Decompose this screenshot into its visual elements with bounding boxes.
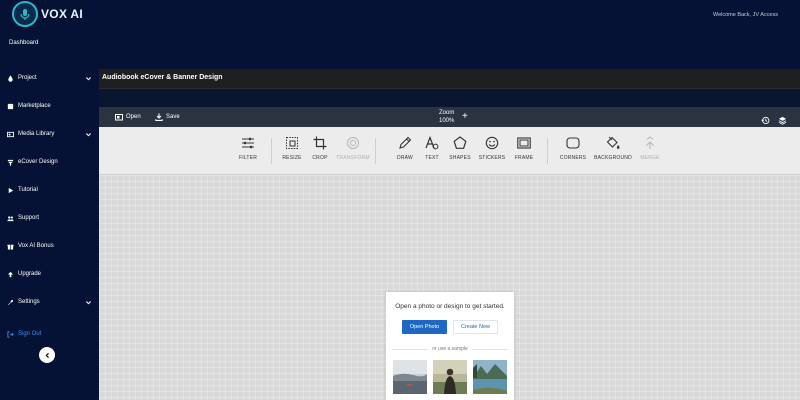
arrow-up-icon <box>6 270 14 278</box>
tool-frame[interactable]: FRAME <box>502 136 546 161</box>
sample-image-1[interactable] <box>393 360 427 394</box>
history-button[interactable] <box>761 112 770 125</box>
resize-icon <box>286 137 298 149</box>
sidebar-item-label: Vox AI Bonus <box>18 243 54 249</box>
spacer <box>99 89 800 107</box>
sidebar-item-label: Media Library <box>18 131 55 137</box>
tool-merge[interactable]: MERGE <box>628 136 672 161</box>
sidebar-item-label: Marketplace <box>18 103 51 109</box>
sidebar-item-project[interactable]: Project <box>6 72 92 84</box>
tool-label: MERGE <box>640 155 660 161</box>
page-title: Audiobook eCover & Banner Design <box>102 74 223 81</box>
smiley-icon <box>485 136 499 150</box>
tool-filter[interactable]: FILTER <box>226 136 270 161</box>
logo[interactable]: VOX AI <box>12 1 92 27</box>
sidebar-item-label: Support <box>18 215 40 221</box>
page-title-bar: Audiobook eCover & Banner Design <box>99 69 800 89</box>
logo-text: VOX AI <box>41 7 84 21</box>
sample-image-2[interactable] <box>433 360 467 394</box>
editor-toolbar: Open Save Zoom 100% + <box>99 107 800 127</box>
divider <box>472 349 508 350</box>
media-icon <box>6 130 14 138</box>
paint-bucket-icon <box>606 136 620 149</box>
sidebar-item-label: Tutorial <box>18 187 38 193</box>
open-photo-button[interactable]: Open Photo <box>402 320 447 334</box>
tool-label: TEXT <box>425 155 439 161</box>
drop-icon <box>6 74 14 82</box>
tool-label: SHAPES <box>449 155 471 161</box>
create-new-button[interactable]: Create New <box>453 320 498 334</box>
chevron-left-icon <box>44 352 49 358</box>
sidebar-item-sign-out[interactable]: Sign Out <box>6 328 92 340</box>
sidebar-item-label: eCover Design <box>18 159 58 165</box>
sidebar-item-marketplace[interactable]: Marketplace <box>6 100 92 112</box>
sidebar-item-label: Settings <box>18 299 40 305</box>
open-icon <box>115 114 123 121</box>
sliders-icon <box>242 137 254 149</box>
open-button[interactable]: Open <box>115 111 141 123</box>
collapse-sidebar-button[interactable] <box>39 347 55 363</box>
tool-corners[interactable]: CORNERS <box>551 136 595 161</box>
sidebar-item-vox-ai-bonus[interactable]: Vox AI Bonus <box>6 240 92 252</box>
sign-out-icon <box>6 330 14 338</box>
zoom-in-button[interactable]: + <box>462 112 468 122</box>
layers-icon <box>778 116 787 125</box>
history-icon <box>761 116 770 125</box>
get-started-card: Open a photo or design to get started. O… <box>386 292 514 400</box>
sidebar-item-settings[interactable]: Settings <box>6 296 92 308</box>
crop-icon <box>313 136 327 150</box>
zoom-value: 100% <box>439 118 455 124</box>
play-icon <box>6 186 14 194</box>
download-icon <box>155 113 163 121</box>
sidebar-item-upgrade[interactable]: Upgrade <box>6 268 92 280</box>
sidebar-item-media-library[interactable]: Media Library <box>6 128 92 140</box>
sidebar-item-tutorial[interactable]: Tutorial <box>6 184 92 196</box>
text-icon <box>425 136 439 150</box>
open-label: Open <box>126 114 141 120</box>
divider <box>547 138 548 164</box>
tool-label: TRANSFORM <box>336 155 370 161</box>
sample-image-3[interactable] <box>473 360 507 394</box>
sign-out-label: Sign Out <box>18 331 42 337</box>
frame-icon <box>517 137 531 149</box>
save-button[interactable]: Save <box>155 111 180 123</box>
tool-strip: FILTER RESIZE CROP TRANSFORM DRAW TEXT S… <box>99 127 800 175</box>
merge-icon <box>646 136 654 149</box>
save-label: Save <box>166 114 180 120</box>
tool-label: FILTER <box>238 155 258 161</box>
sample-thumbnail-coast <box>393 360 427 394</box>
tool-transform[interactable]: TRANSFORM <box>331 136 375 161</box>
top-header: Welcome Back, JV Access <box>99 0 800 69</box>
get-started-prompt: Open a photo or design to get started. <box>395 303 505 310</box>
sample-thumbnail-lake <box>473 360 507 394</box>
transform-icon <box>347 137 359 149</box>
sidebar-item-ecover-design[interactable]: eCover Design <box>6 156 92 168</box>
store-icon <box>6 102 14 110</box>
gift-icon <box>6 242 14 250</box>
corners-icon <box>566 137 580 149</box>
users-icon <box>6 214 14 222</box>
ecover-icon <box>6 158 14 166</box>
sidebar-item-support[interactable]: Support <box>6 212 92 224</box>
chevron-down-icon <box>85 300 92 304</box>
sidebar-item-label: Upgrade <box>18 271 42 277</box>
wrench-icon <box>6 298 14 306</box>
tool-label: CORNERS <box>559 155 587 161</box>
sample-thumbnail-person <box>433 360 467 394</box>
layers-button[interactable] <box>778 112 787 125</box>
sidebar: VOX AI Dashboard Project Marketplace Med… <box>0 0 99 400</box>
chevron-down-icon <box>85 76 92 80</box>
divider <box>375 138 376 164</box>
tool-label: FRAME <box>514 155 534 161</box>
chevron-down-icon <box>85 132 92 136</box>
zoom-label: Zoom <box>439 110 455 116</box>
tool-label: CROP <box>312 155 328 161</box>
tool-label: BACKGROUND <box>594 155 632 161</box>
sidebar-item-label: Project <box>18 75 37 81</box>
pentagon-icon <box>453 136 467 149</box>
sidebar-item-dashboard[interactable]: Dashboard <box>9 40 38 46</box>
welcome-text: Welcome Back, JV Access <box>712 12 778 18</box>
microphone-icon <box>12 1 38 27</box>
zoom-display: Zoom 100% <box>439 109 454 125</box>
